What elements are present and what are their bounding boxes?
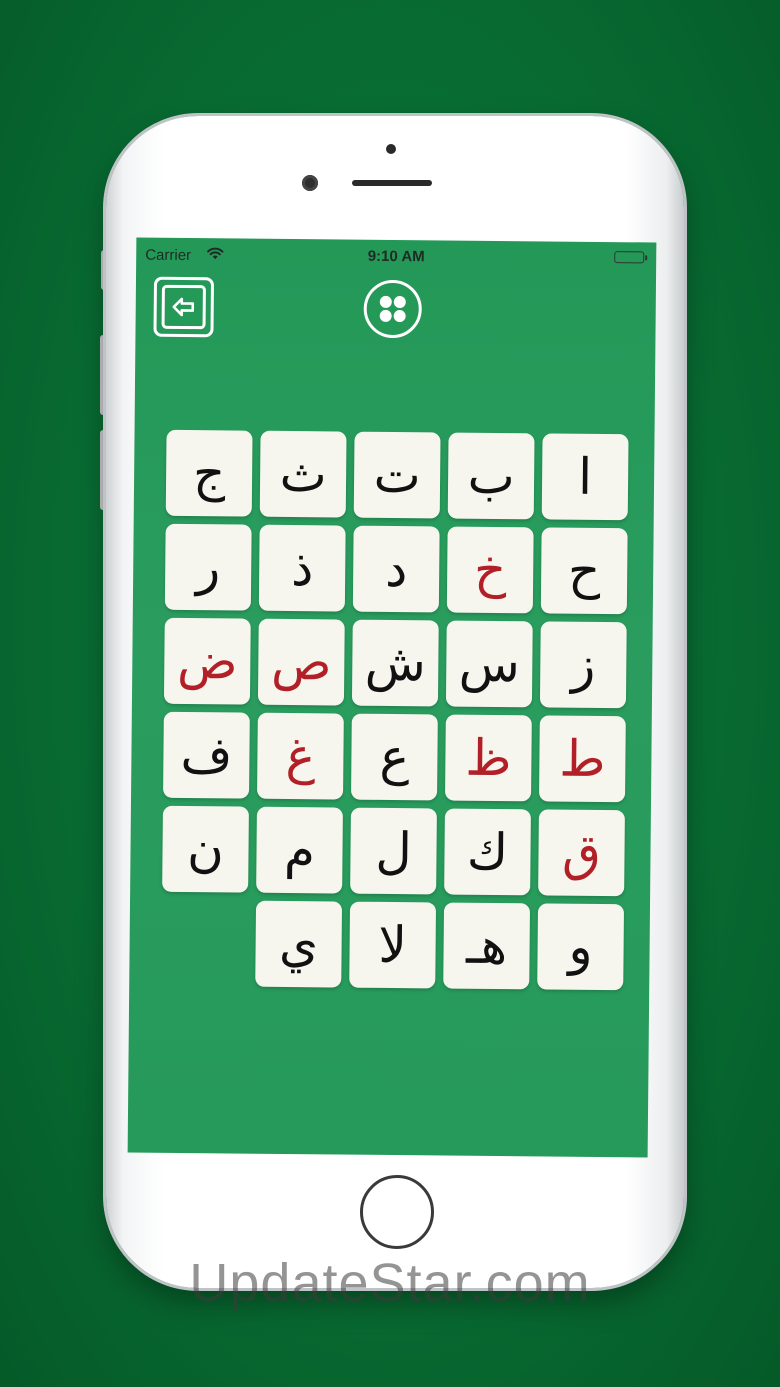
- battery-icon: [614, 251, 645, 264]
- letter-tile[interactable]: ث: [259, 430, 347, 518]
- letter-tile[interactable]: خ: [446, 526, 534, 614]
- letter-tile[interactable]: ف: [163, 711, 250, 799]
- letter-tile[interactable]: هـ: [443, 902, 531, 990]
- letter-tile[interactable]: ش: [351, 619, 439, 707]
- earpiece-speaker: [352, 180, 432, 186]
- four-dots-icon: [393, 295, 406, 309]
- front-camera: [302, 175, 318, 191]
- back-button[interactable]: [153, 276, 215, 338]
- letter-tile[interactable]: غ: [257, 712, 344, 800]
- app-screen: Carrier 9:10 AM ابتثج حخدذر زسشصض طظعغف قكلم…: [127, 237, 657, 1158]
- letter-tile[interactable]: ا: [541, 433, 629, 521]
- letter-tile[interactable]: ض: [163, 617, 251, 705]
- menu-button[interactable]: [363, 279, 423, 339]
- letter-grid: ا ب ت ث ج ح خ د ذ ر ز س ش ص ض ط ظ ع غ ف ق ك ل م ن و هـ لا ي: [157, 429, 629, 994]
- letter-tile[interactable]: لا: [349, 901, 437, 989]
- letter-tile[interactable]: ص: [257, 618, 345, 706]
- back-arrow-icon: [172, 297, 195, 317]
- letter-tile[interactable]: ط: [539, 715, 626, 803]
- proximity-sensor: [386, 144, 396, 154]
- status-bar: Carrier 9:10 AM: [136, 238, 656, 275]
- letter-tile[interactable]: م: [256, 806, 343, 894]
- letter-tile[interactable]: ذ: [258, 524, 346, 612]
- letter-tile[interactable]: ب: [447, 432, 535, 520]
- letter-tile[interactable]: ع: [351, 713, 438, 801]
- letter-tile[interactable]: ن: [162, 805, 249, 893]
- letter-tile[interactable]: و: [537, 903, 625, 991]
- letter-tile[interactable]: ت: [353, 431, 441, 519]
- four-dots-icon: [379, 295, 392, 308]
- letter-tile[interactable]: ح: [540, 527, 628, 615]
- letter-tile[interactable]: ر: [164, 523, 252, 611]
- letter-tile[interactable]: ل: [350, 807, 437, 895]
- letter-tile[interactable]: ق: [538, 809, 625, 897]
- letter-tile[interactable]: ز: [539, 621, 627, 709]
- letter-tile[interactable]: ك: [444, 808, 531, 896]
- letter-tile[interactable]: د: [352, 525, 440, 613]
- letter-tile[interactable]: ج: [165, 429, 253, 517]
- four-dots-icon: [379, 309, 392, 322]
- four-dots-icon: [393, 309, 406, 323]
- home-button[interactable]: [360, 1175, 434, 1249]
- letter-tile[interactable]: ظ: [445, 714, 532, 802]
- letter-tile[interactable]: س: [445, 620, 533, 708]
- letter-tile[interactable]: ي: [255, 900, 343, 988]
- status-time: 9:10 AM: [367, 247, 425, 266]
- watermark: UpdateStar.com: [189, 1253, 591, 1313]
